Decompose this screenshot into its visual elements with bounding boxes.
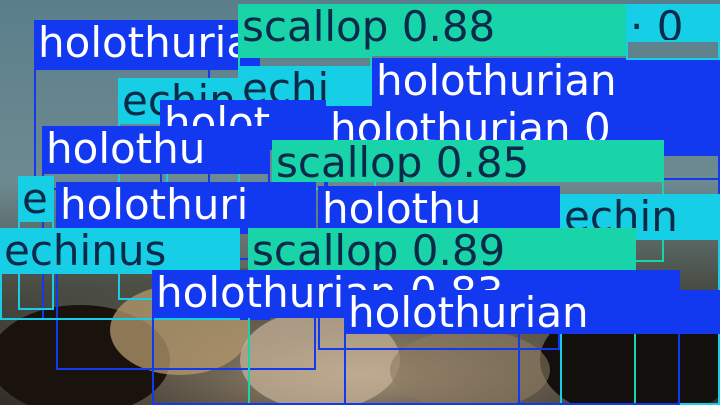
detection-box-holothurian — [344, 322, 520, 405]
detection-box-echinus — [626, 40, 720, 60]
detection-label-echinus: · 0 — [626, 4, 720, 40]
detection-label-scallop: scallop 0.89 — [248, 228, 636, 276]
detection-label-holothurian: holothurian — [34, 20, 260, 70]
detection-visualization: holothurianscallop 0.88echinechiholothur… — [0, 0, 720, 405]
detection-label-echinus: e — [18, 176, 54, 220]
detection-label-holothurian: holothu — [42, 126, 270, 172]
detection-label-echinus: echinus — [0, 228, 240, 274]
detection-label-holothurian: holothu — [318, 186, 560, 234]
detection-label-holothurian: holothuri — [56, 182, 316, 232]
detection-label-holothurian: holothurian — [344, 290, 720, 334]
detection-label-scallop: scallop 0.85 — [272, 140, 664, 182]
detection-label-holothurian: holothurian — [372, 58, 720, 110]
detection-label-scallop: scallop 0.88 — [238, 4, 626, 56]
